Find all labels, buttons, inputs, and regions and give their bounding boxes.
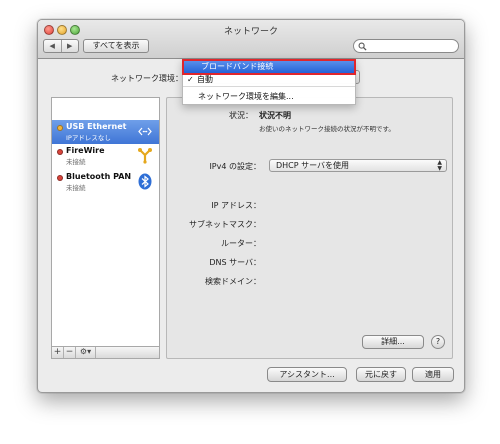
- apply-button[interactable]: 適用: [412, 367, 454, 382]
- window-title: ネットワーク: [223, 27, 278, 37]
- status-dot: [57, 125, 63, 131]
- remove-service-button[interactable]: −: [64, 347, 76, 358]
- menu-item-broadband[interactable]: ブロードバンド接続: [182, 59, 356, 75]
- bluetooth-icon: [138, 173, 152, 190]
- search-input[interactable]: [369, 40, 454, 52]
- gear-menu-button[interactable]: ⚙▾: [76, 347, 96, 358]
- service-name: USB Ethernet: [66, 122, 127, 131]
- dns-server-label: DNS サーバ：: [209, 258, 261, 267]
- status-label: 状況：: [229, 111, 253, 120]
- network-preferences-window: ネットワーク ◀ ▶ すべてを表示 ネットワーク環境： ブロードバンド接続 ✓ …: [37, 19, 465, 393]
- status-dot: [57, 149, 63, 155]
- service-detail-panel: 状況： 状況不明 お使いのネットワーク接続の状況が不明です。 IPv4 の設定：…: [166, 97, 453, 359]
- status-value: 状況不明: [259, 111, 291, 120]
- service-status: IPアドレスなし: [66, 134, 111, 142]
- add-service-button[interactable]: +: [52, 347, 64, 358]
- service-status: 未接続: [66, 184, 86, 192]
- service-item-firewire[interactable]: FireWire 未接続: [52, 144, 159, 168]
- advanced-button[interactable]: 詳細...: [362, 335, 424, 349]
- menu-item-label: 自動: [197, 75, 213, 84]
- router-label: ルーター：: [221, 239, 261, 248]
- firewire-icon: [138, 148, 152, 164]
- subnet-mask-label: サブネットマスク：: [189, 220, 261, 229]
- title-bar: ネットワーク ◀ ▶ すべてを表示: [38, 20, 464, 59]
- help-button[interactable]: ?: [431, 335, 445, 349]
- menu-item-label: ブロードバンド接続: [201, 62, 274, 71]
- ip-address-label: IP アドレス：: [211, 201, 261, 210]
- assistant-button[interactable]: アシスタント...: [267, 367, 347, 382]
- service-toolbar: + − ⚙▾: [51, 347, 160, 359]
- search-icon: [358, 42, 367, 51]
- ipv4-config-label: IPv4 の設定：: [209, 162, 261, 171]
- menu-separator: [183, 86, 355, 87]
- menu-item-automatic[interactable]: ✓ 自動: [183, 74, 355, 85]
- show-all-button[interactable]: すべてを表示: [83, 39, 149, 53]
- ethernet-icon: [138, 127, 152, 136]
- service-list: USB Ethernet IPアドレスなし FireWire 未接続 Bluet…: [51, 97, 160, 347]
- menu-item-edit-locations[interactable]: ネットワーク環境を編集...: [183, 91, 355, 102]
- ipv4-config-value: DHCP サーバを使用: [276, 161, 350, 170]
- service-name: FireWire: [66, 146, 105, 155]
- service-status: 未接続: [66, 158, 86, 166]
- status-dot: [57, 175, 63, 181]
- location-menu: ブロードバンド接続 ✓ 自動 ネットワーク環境を編集...: [182, 59, 356, 105]
- checkmark-icon: ✓: [187, 75, 194, 84]
- search-domain-label: 検索ドメイン：: [205, 277, 261, 286]
- service-name: Bluetooth PAN: [66, 172, 132, 181]
- search-field[interactable]: [353, 39, 459, 53]
- ipv4-config-popup[interactable]: DHCP サーバを使用 ▲ ▼: [269, 159, 447, 172]
- service-item-bluetooth-pan[interactable]: Bluetooth PAN 未接続: [52, 170, 159, 194]
- menu-item-label: ネットワーク環境を編集...: [198, 92, 294, 101]
- forward-button[interactable]: ▶: [60, 40, 79, 52]
- back-button[interactable]: ◀: [44, 40, 61, 52]
- service-item-usb-ethernet[interactable]: USB Ethernet IPアドレスなし: [52, 120, 159, 144]
- location-label: ネットワーク環境：: [111, 74, 183, 83]
- status-description: お使いのネットワーク接続の状況が不明です。: [259, 125, 395, 133]
- popup-arrows-icon: ▲ ▼: [437, 159, 442, 172]
- revert-button[interactable]: 元に戻す: [356, 367, 406, 382]
- back-forward-control: ◀ ▶: [43, 39, 79, 53]
